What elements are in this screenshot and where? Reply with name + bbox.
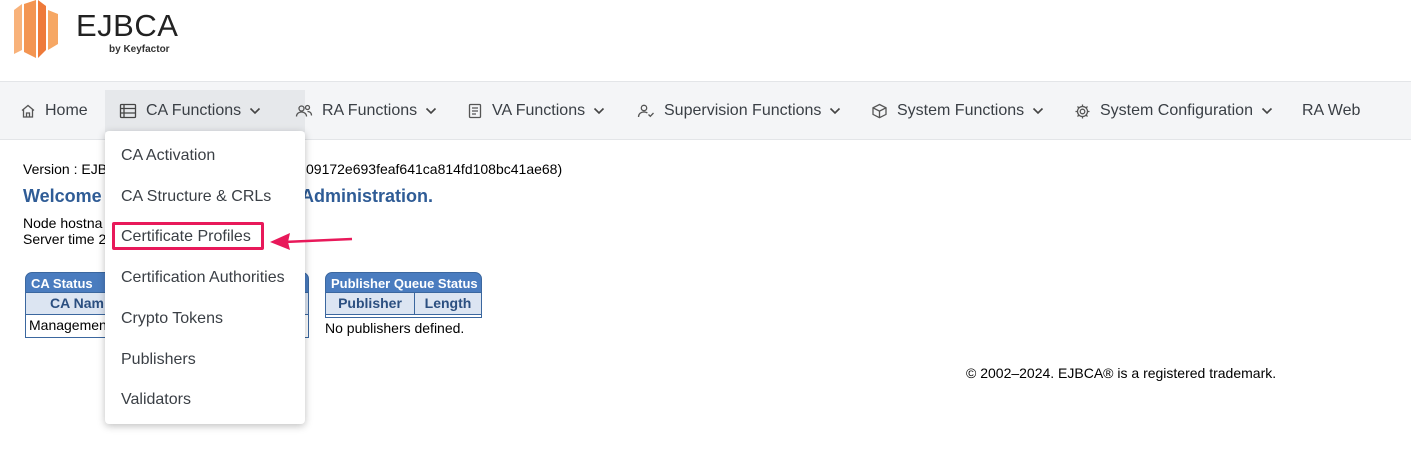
document-icon xyxy=(467,103,483,119)
server-time-text: Server time 2 xyxy=(23,231,107,247)
chevron-down-icon xyxy=(1261,107,1273,115)
nav-item-label: VA Functions xyxy=(492,102,586,119)
pointer-arrow-icon xyxy=(270,233,353,250)
menu-item-publishers[interactable]: Publishers xyxy=(121,351,196,369)
publisher-queue-header: Publisher Length xyxy=(325,293,482,315)
brand-sub: by Keyfactor xyxy=(109,44,170,55)
welcome-tail: Administration. xyxy=(301,186,434,206)
menu-item-crypto-tokens[interactable]: Crypto Tokens xyxy=(121,310,223,328)
ejbca-logo-mark-icon xyxy=(14,0,58,58)
gear-icon xyxy=(1074,103,1091,120)
menu-item-certification-authorities[interactable]: Certification Authorities xyxy=(121,269,285,287)
ca-functions-dropdown: CA Activation CA Structure & CRLs Certif… xyxy=(105,131,305,424)
nav-item-label: Supervision Functions xyxy=(664,102,822,119)
publisher-queue-table: Publisher Queue Status Publisher Length … xyxy=(325,272,482,336)
chevron-down-icon xyxy=(249,107,261,115)
menu-item-ca-structure-crls[interactable]: CA Structure & CRLs xyxy=(121,188,271,206)
certificate-profiles-highlight-box xyxy=(112,222,264,250)
nav-item-label: System Configuration xyxy=(1100,102,1253,119)
nav-item-va-functions[interactable]: VA Functions xyxy=(453,90,619,132)
chevron-down-icon xyxy=(593,107,605,115)
ca-name-cell: Managemen xyxy=(29,317,107,333)
welcome-head: Welcome xyxy=(23,186,102,206)
no-publishers-text: No publishers defined. xyxy=(325,320,465,336)
box-icon xyxy=(871,103,888,119)
users-icon xyxy=(295,103,313,119)
nav-item-label: RA Web xyxy=(1302,102,1361,119)
publisher-queue-title: Publisher Queue Status xyxy=(325,272,482,293)
chevron-down-icon xyxy=(1032,107,1044,115)
nav-item-ra-web[interactable]: RA Web xyxy=(1288,90,1374,132)
version-text: Version : EJB xyxy=(23,161,108,177)
ejbca-logo[interactable]: EJBCA by Keyfactor xyxy=(12,0,192,62)
nav-item-supervision-functions[interactable]: Supervision Functions xyxy=(623,90,855,132)
nav-item-label: Home xyxy=(45,102,88,119)
chevron-down-icon xyxy=(829,107,841,115)
nav-item-system-functions[interactable]: System Functions xyxy=(857,90,1058,132)
welcome-heading: Welcome xyxy=(23,186,102,207)
menu-item-ca-activation[interactable]: CA Activation xyxy=(121,147,215,165)
home-icon xyxy=(20,103,36,119)
footer-copyright: © 2002–2024. EJBCA® is a registered trad… xyxy=(966,365,1277,381)
menu-item-validators[interactable]: Validators xyxy=(121,391,191,409)
brand-name: EJBCA xyxy=(76,8,179,43)
nav-item-ca-functions[interactable]: CA Functions xyxy=(105,90,305,132)
publisher-column: Publisher xyxy=(326,293,415,315)
nav-item-home[interactable]: Home xyxy=(6,90,102,132)
chevron-down-icon xyxy=(425,107,437,115)
length-column: Length xyxy=(415,293,481,315)
user-check-icon xyxy=(637,103,655,119)
node-hostname-text: Node hostna xyxy=(23,215,103,231)
header: EJBCA by Keyfactor xyxy=(0,0,1411,81)
nav-item-system-configuration[interactable]: System Configuration xyxy=(1060,90,1287,132)
nav-item-label: RA Functions xyxy=(322,102,418,119)
nav-item-label: CA Functions xyxy=(146,102,242,119)
page: EJBCA by Keyfactor Home CA Functions RA … xyxy=(0,0,1411,453)
nav-item-ra-functions[interactable]: RA Functions xyxy=(281,90,451,132)
list-icon xyxy=(119,103,137,119)
nav-item-label: System Functions xyxy=(897,102,1025,119)
version-hash-text: 09172e693feaf641ca814fd108bc41ae68) xyxy=(306,161,563,177)
